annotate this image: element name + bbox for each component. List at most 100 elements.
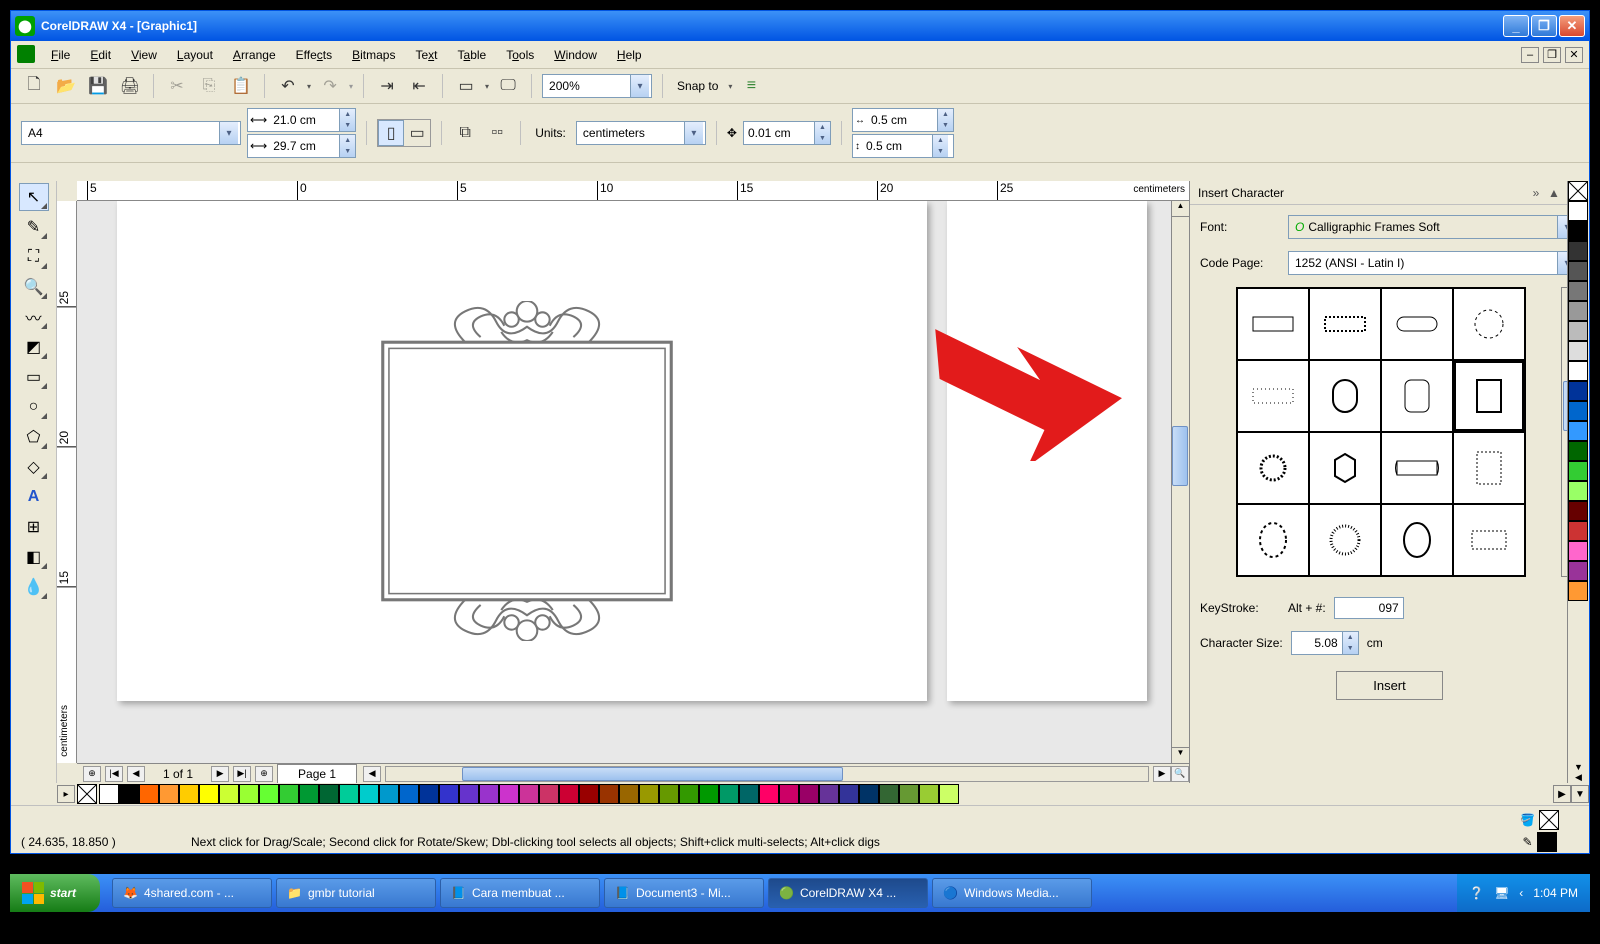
char-cell[interactable] [1309,360,1381,432]
color-swatch[interactable] [499,784,519,804]
close-button[interactable]: ✕ [1559,15,1585,37]
basicshapes-tool[interactable]: ◇ [19,453,49,481]
color-swatch[interactable] [219,784,239,804]
mdi-restore[interactable]: ❐ [1543,47,1561,63]
char-cell[interactable] [1309,288,1381,360]
color-swatch[interactable] [719,784,739,804]
task-word2[interactable]: 📘Document3 - Mi... [604,878,764,908]
task-folder[interactable]: 📁gmbr tutorial [276,878,436,908]
interactive-tool[interactable]: ◧ [19,543,49,571]
add-page-before[interactable]: ⊕ [83,766,101,782]
menu-edit[interactable]: Edit [80,44,121,66]
page-width-spin[interactable]: ⟷▲▼ [247,108,356,132]
tray-collapse-icon[interactable]: ‹ [1519,886,1523,900]
polygon-tool[interactable]: ⬠ [19,423,49,451]
palette-right[interactable]: ▶ [1553,785,1571,803]
color-swatch[interactable] [1568,401,1588,421]
color-swatch[interactable] [539,784,559,804]
char-cell[interactable] [1381,504,1453,576]
copy-button[interactable]: ⎘ [196,73,222,99]
palette-flyout[interactable]: ▸ [57,785,75,803]
undo-button[interactable]: ↶ [275,73,301,99]
color-swatch[interactable] [819,784,839,804]
color-swatch[interactable] [759,784,779,804]
appstart-button[interactable]: ▭ [453,73,479,99]
table-tool[interactable]: ⊞ [19,513,49,541]
color-swatch[interactable] [899,784,919,804]
menu-arrange[interactable]: Arrange [223,44,286,66]
color-swatch[interactable] [99,784,119,804]
task-wmp[interactable]: 🔵Windows Media... [932,878,1092,908]
menu-tools[interactable]: Tools [496,44,544,66]
task-firefox[interactable]: 🦊4shared.com - ... [112,878,272,908]
charsize-spin[interactable]: ▲▼ [1291,631,1359,655]
color-swatch[interactable] [859,784,879,804]
smartfill-tool[interactable]: ◩ [19,333,49,361]
color-swatch[interactable] [1568,501,1588,521]
font-combo[interactable]: OCalligraphic Frames Soft [1288,215,1579,239]
insert-button[interactable]: Insert [1336,671,1443,700]
maximize-button[interactable]: ❐ [1531,15,1557,37]
new-button[interactable]: 🗋 [21,73,47,99]
color-swatch[interactable] [1568,581,1588,601]
portrait-button[interactable]: ▯ [378,120,404,146]
color-swatch[interactable] [799,784,819,804]
color-swatch[interactable] [659,784,679,804]
menu-window[interactable]: Window [544,44,607,66]
color-swatch[interactable] [1568,561,1588,581]
color-swatch[interactable] [519,784,539,804]
color-swatch[interactable] [1568,421,1588,441]
color-swatch[interactable] [339,784,359,804]
nudge-spin[interactable]: ▲▼ [743,121,831,145]
export-button[interactable]: ⇤ [406,73,432,99]
char-cell[interactable] [1237,432,1309,504]
shape-tool[interactable]: ✎ [19,213,49,241]
eyedropper-tool[interactable]: 💧 [19,573,49,601]
zoom-tool-btn[interactable]: 🔍 [1171,766,1189,782]
no-color-swatch[interactable] [1568,181,1588,201]
char-cell[interactable] [1453,432,1525,504]
menu-help[interactable]: Help [607,44,652,66]
rectangle-tool[interactable]: ▭ [19,363,49,391]
import-button[interactable]: ⇥ [374,73,400,99]
current-page-button[interactable]: ▫▫ [484,120,510,146]
vscroll-thumb[interactable] [1172,426,1188,486]
hscroll-right[interactable]: ▶ [1153,766,1171,782]
units-combo[interactable]: centimeters [576,121,706,145]
open-button[interactable]: 📂 [53,73,79,99]
print-button[interactable]: 🖨 [117,73,143,99]
color-swatch[interactable] [619,784,639,804]
color-swatch[interactable] [1568,261,1588,281]
zoom-combo[interactable]: 200% [542,74,652,98]
frame-graphic[interactable] [372,301,682,641]
char-cell[interactable] [1381,360,1453,432]
mdi-close[interactable]: ✕ [1565,47,1583,63]
color-swatch[interactable] [559,784,579,804]
ellipse-tool[interactable]: ○ [19,393,49,421]
color-swatch[interactable] [1568,461,1588,481]
freehand-tool[interactable]: 〰 [19,303,49,331]
color-swatch[interactable] [1568,341,1588,361]
char-cell[interactable] [1237,360,1309,432]
redo-button[interactable]: ↷ [317,73,343,99]
pick-tool[interactable]: ↖ [19,183,49,211]
color-swatch[interactable] [1568,481,1588,501]
color-swatch[interactable] [639,784,659,804]
color-swatch[interactable] [119,784,139,804]
minimize-button[interactable]: _ [1503,15,1529,37]
color-swatch[interactable] [379,784,399,804]
tray-help-icon[interactable]: ❔ [1469,886,1484,900]
landscape-button[interactable]: ▭ [404,120,430,146]
color-swatch[interactable] [279,784,299,804]
color-swatch[interactable] [439,784,459,804]
color-swatch[interactable] [419,784,439,804]
color-swatch[interactable] [1568,321,1588,341]
color-swatch[interactable] [1568,521,1588,541]
color-swatch[interactable] [319,784,339,804]
zoom-tool[interactable]: 🔍 [19,273,49,301]
next-page[interactable]: ▶ [211,766,229,782]
color-swatch[interactable] [259,784,279,804]
vertical-scrollbar[interactable]: ▲ ▼ [1171,201,1189,763]
color-swatch[interactable] [139,784,159,804]
palette-down[interactable]: ▼ [1568,762,1589,772]
